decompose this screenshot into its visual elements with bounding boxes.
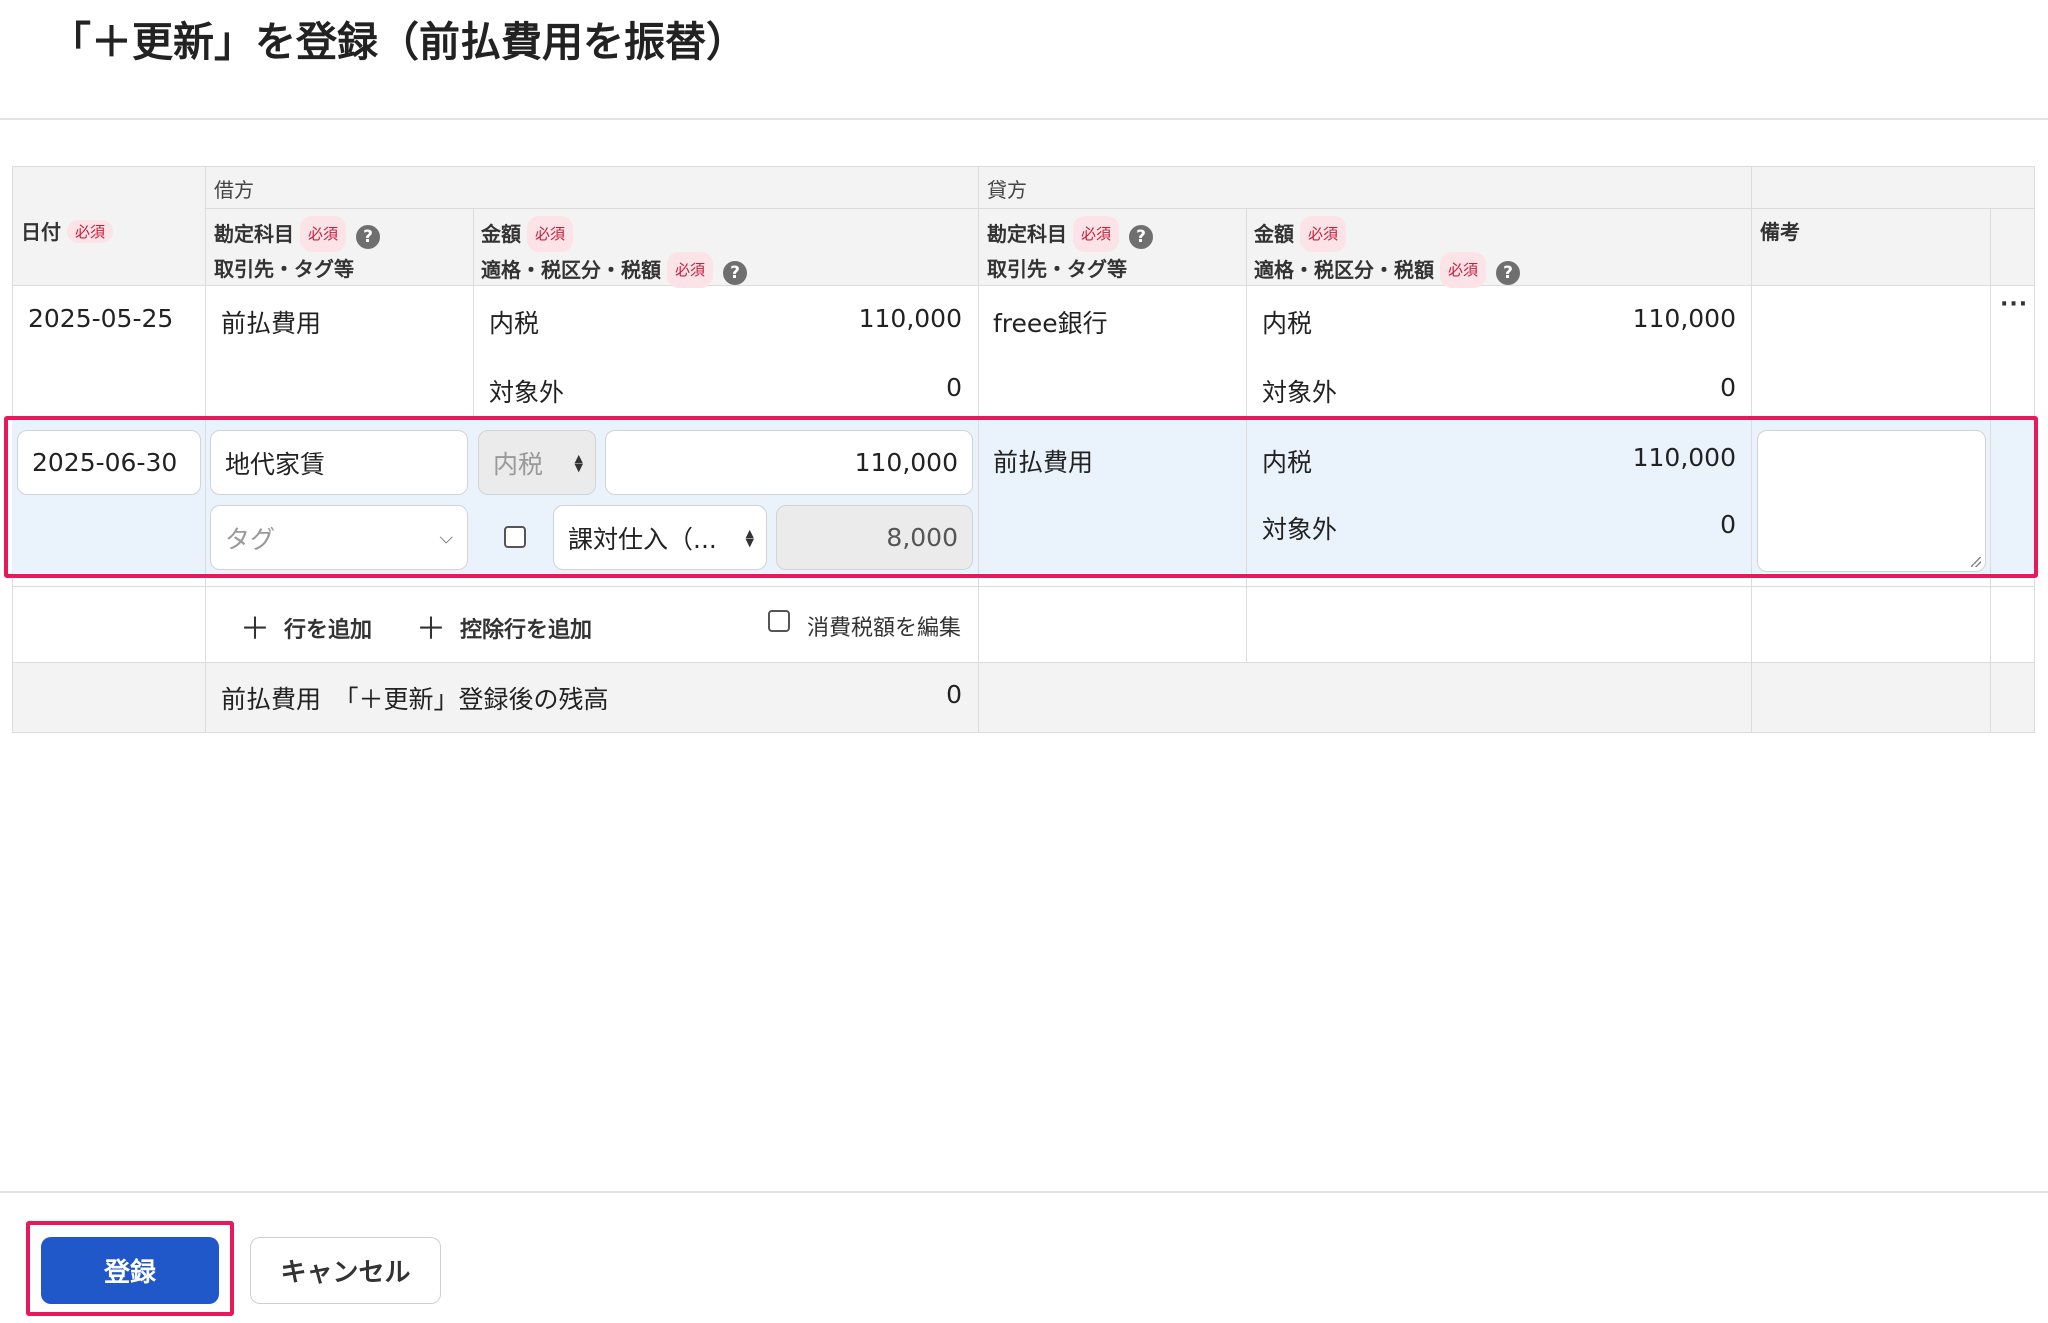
required-badge: 必須 bbox=[300, 216, 347, 252]
add-row-button[interactable]: ＋行を追加 bbox=[240, 604, 372, 648]
debit-group-label: 借方 bbox=[214, 178, 254, 202]
required-badge: 必須 bbox=[1073, 216, 1120, 252]
help-icon[interactable]: ? bbox=[356, 225, 381, 249]
required-badge: 必須 bbox=[527, 216, 574, 252]
cancel-button[interactable]: キャンセル bbox=[250, 1237, 441, 1304]
help-icon[interactable]: ? bbox=[723, 261, 748, 285]
footer-divider bbox=[0, 1191, 2048, 1193]
submit-button[interactable]: 登録 bbox=[41, 1237, 219, 1304]
existing-debit-amount-1: 110,000 bbox=[858, 304, 962, 333]
existing-debit-account: 前払費用 bbox=[221, 309, 322, 338]
plus-icon: ＋ bbox=[240, 612, 270, 647]
existing-credit-amount-1: 110,000 bbox=[1632, 304, 1736, 333]
credit-amount-header: 金額 必須 適格・税区分・税額 必須? bbox=[1254, 216, 1521, 288]
balance-label: 前払費用 「＋更新」登録後の残高 bbox=[221, 685, 609, 714]
add-deduction-row-button[interactable]: ＋控除行を追加 bbox=[416, 604, 592, 648]
existing-credit-tax-2: 対象外 bbox=[1262, 378, 1338, 407]
memo-header: 備考 bbox=[1760, 220, 1800, 244]
existing-debit-amount-2: 0 bbox=[946, 373, 962, 402]
credit-account-header: 勘定科目 必須? 取引先・タグ等 bbox=[987, 216, 1154, 286]
required-badge: 必須 bbox=[67, 220, 114, 243]
plus-icon: ＋ bbox=[416, 612, 446, 647]
row-more-icon[interactable]: ··· bbox=[2000, 292, 2028, 317]
debit-account-header: 勘定科目 必須? 取引先・タグ等 bbox=[214, 216, 381, 286]
existing-debit-tax-2: 対象外 bbox=[489, 378, 565, 407]
help-icon[interactable]: ? bbox=[1496, 261, 1521, 285]
existing-credit-tax-1: 内税 bbox=[1262, 309, 1313, 338]
existing-debit-tax-1: 内税 bbox=[489, 309, 540, 338]
required-badge: 必須 bbox=[1300, 216, 1347, 252]
existing-credit-amount-2: 0 bbox=[1720, 373, 1736, 402]
help-icon[interactable]: ? bbox=[1129, 225, 1154, 249]
existing-date: 2025-05-25 bbox=[28, 304, 174, 333]
header-divider bbox=[0, 118, 2048, 120]
credit-group-label: 貸方 bbox=[987, 178, 1027, 202]
debit-amount-header: 金額 必須 適格・税区分・税額 必須? bbox=[481, 216, 748, 288]
date-header: 日付 必須 bbox=[21, 216, 114, 245]
existing-credit-account: freee銀行 bbox=[993, 309, 1108, 338]
edit-tax-checkbox[interactable] bbox=[768, 610, 790, 632]
required-badge: 必須 bbox=[1440, 252, 1487, 288]
new-row-highlight bbox=[4, 416, 2038, 578]
page-title: 「＋更新」を登録（前払費用を振替） bbox=[50, 18, 747, 66]
required-badge: 必須 bbox=[667, 252, 714, 288]
edit-tax-label[interactable]: 消費税額を編集 bbox=[807, 610, 961, 642]
balance-value: 0 bbox=[946, 680, 962, 709]
